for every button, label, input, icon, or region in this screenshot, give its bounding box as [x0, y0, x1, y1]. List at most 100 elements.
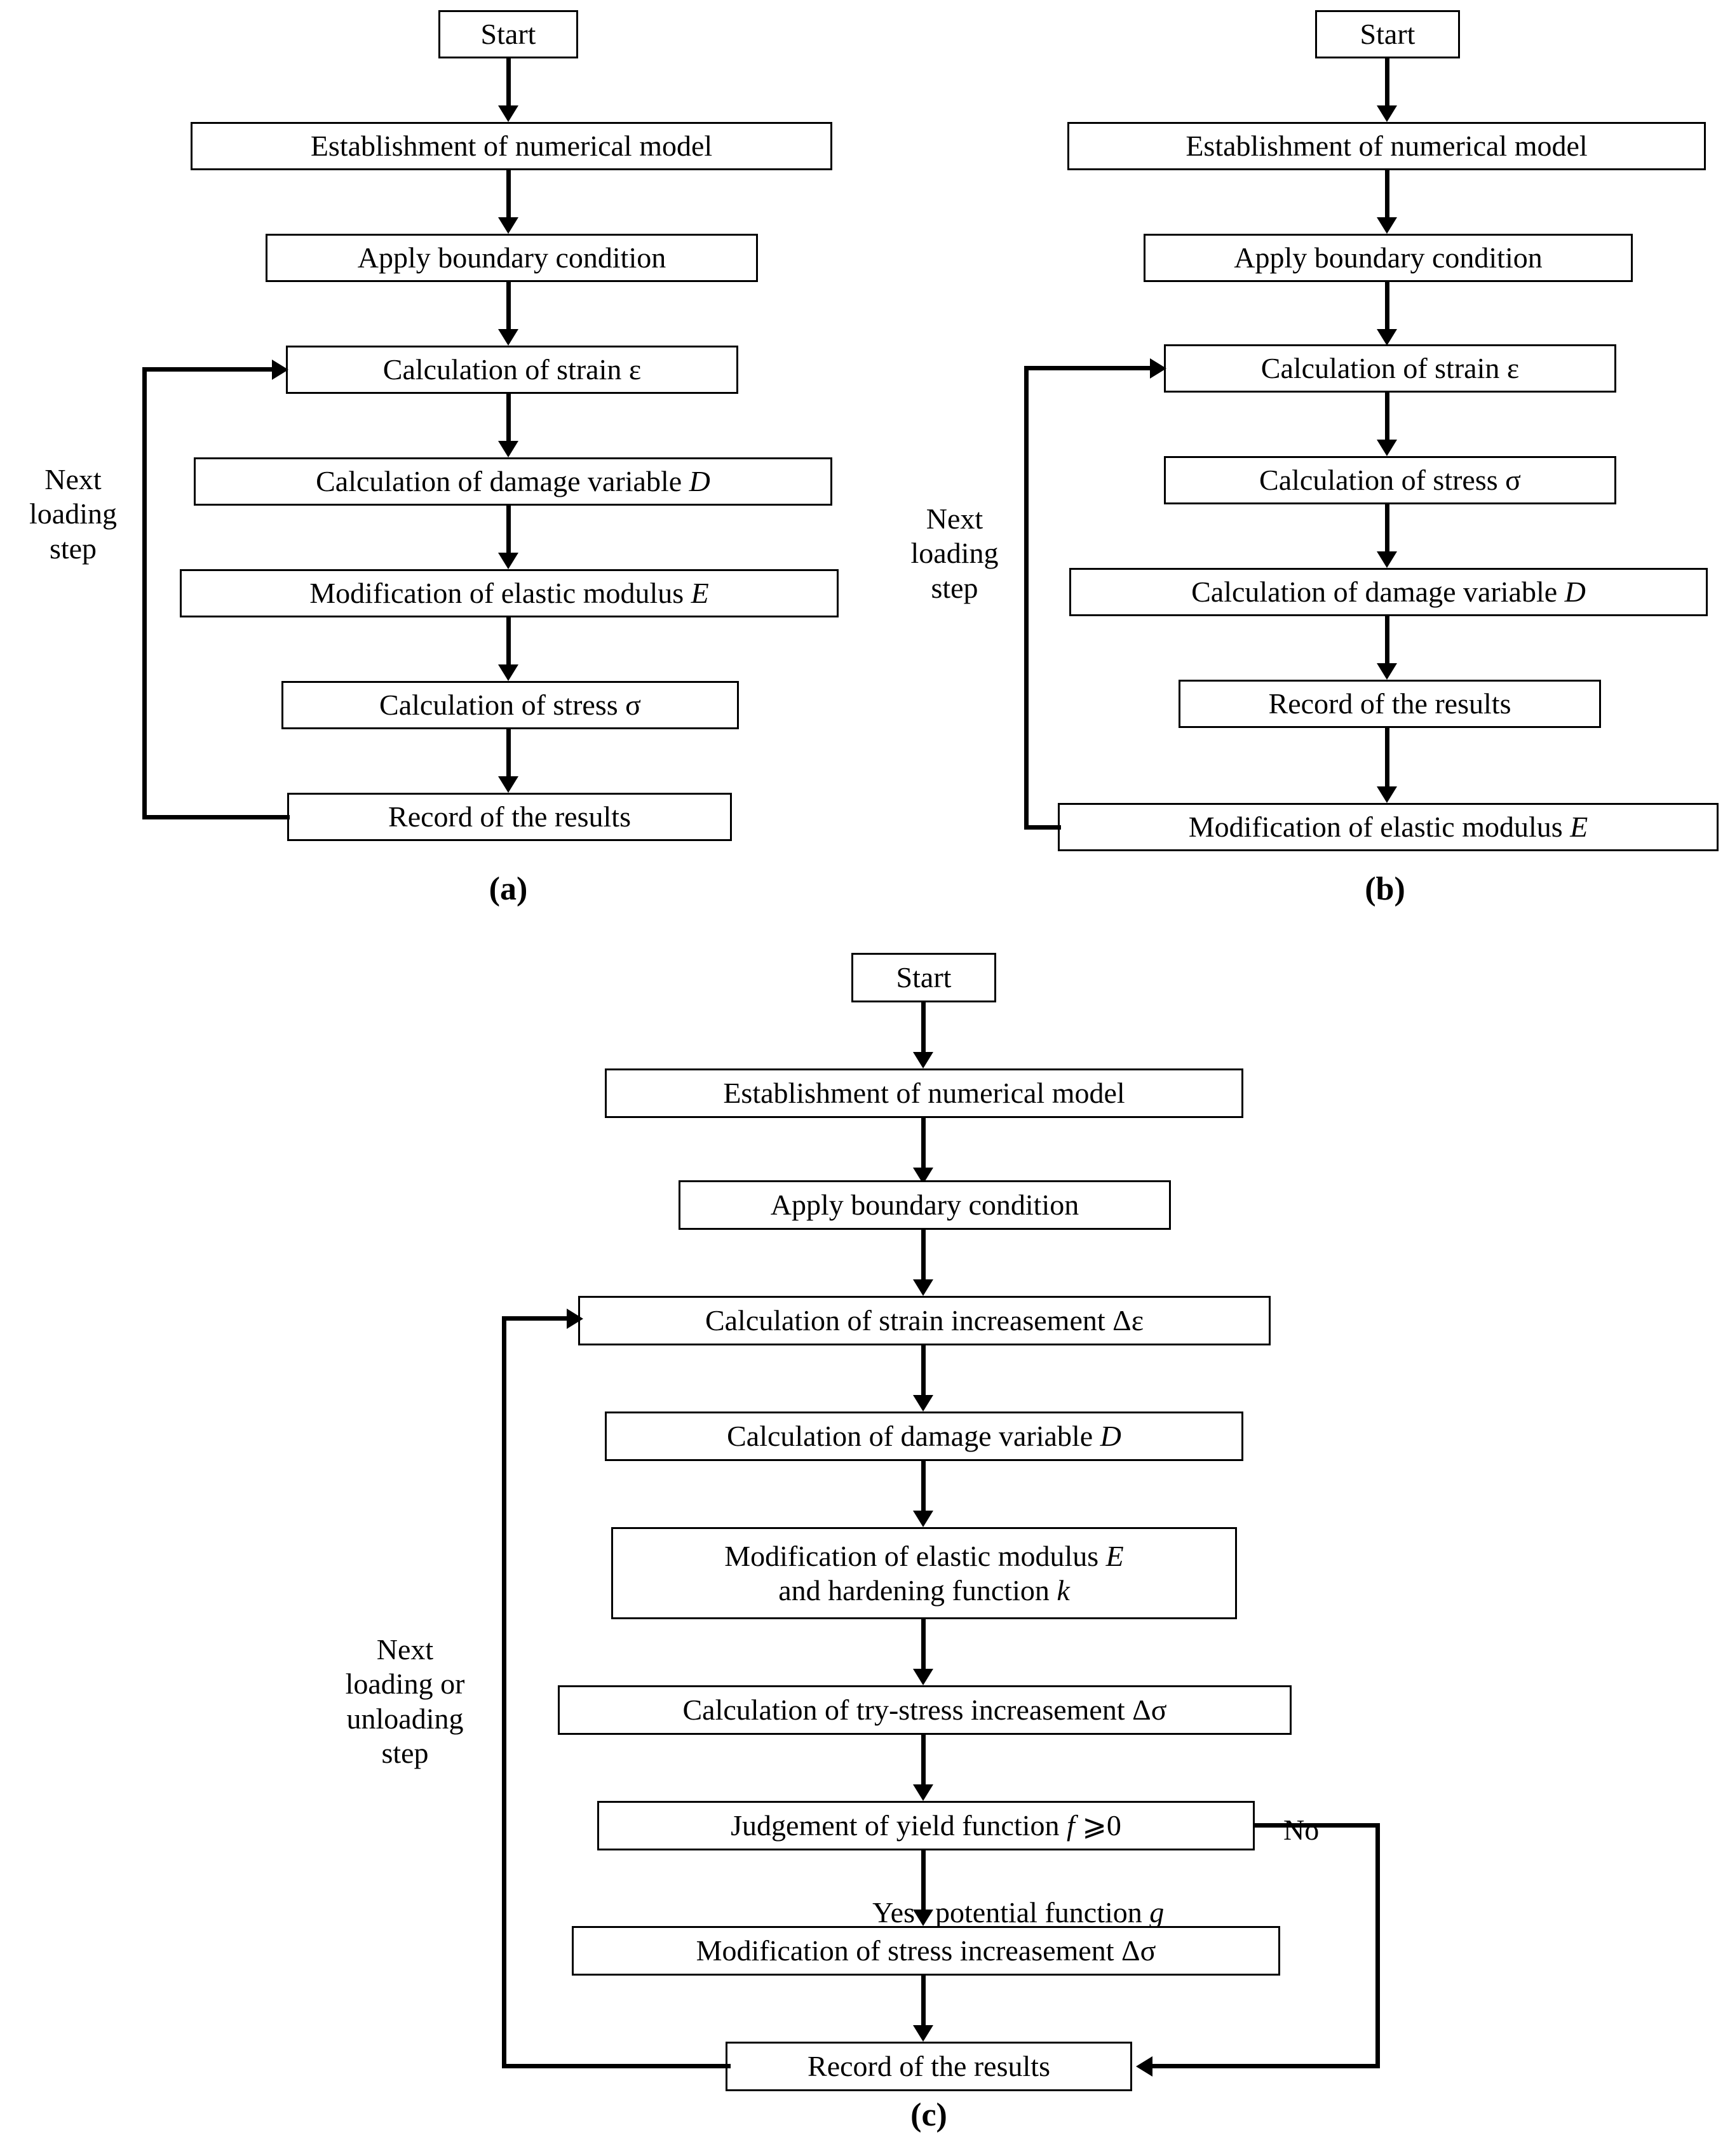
- arrowhead-c-loop: [567, 1309, 583, 1329]
- node-c-damage: Calculation of damage variable D: [605, 1412, 1243, 1461]
- arrowhead-c7-c8: [913, 1784, 933, 1801]
- loop-label-text: Next loading step: [910, 502, 999, 604]
- arrowhead-b3-b4: [1377, 329, 1397, 346]
- node-c-strain-increment: Calculation of strain increasement Δε: [578, 1296, 1271, 1345]
- arrowhead-b-loop: [1150, 358, 1166, 379]
- node-b-establishment: Establishment of numerical model: [1067, 122, 1706, 170]
- node-b-start: Start: [1315, 10, 1460, 58]
- arrowhead-a5-a6: [498, 553, 518, 569]
- arrowhead-a7-a8: [498, 776, 518, 793]
- node-label: Apply boundary condition: [357, 241, 666, 274]
- node-label: Record of the results: [1268, 687, 1511, 720]
- node-label-line2: and hardening function k: [778, 1573, 1070, 1607]
- node-label: Calculation of strain ε: [382, 353, 642, 386]
- arrowhead-b6-b7: [1377, 663, 1397, 680]
- edge-label-potential-function: potential function g: [935, 1861, 1316, 1930]
- caption-c: (c): [776, 2096, 1081, 2134]
- node-label: Establishment of numerical model: [1186, 130, 1588, 163]
- node-c-modulus-hardening: Modification of elastic modulus E and ha…: [611, 1527, 1237, 1619]
- connector-c7-c8: [921, 1735, 926, 1792]
- node-label: Record of the results: [388, 800, 631, 833]
- connector-c5-c6: [921, 1461, 926, 1518]
- node-b-record: Record of the results: [1179, 680, 1601, 728]
- loop-b-left: [1024, 366, 1029, 828]
- connector-c9-c10: [921, 1976, 926, 2033]
- caption-text: (b): [1365, 871, 1405, 907]
- arrowhead-a2-a3: [498, 217, 518, 234]
- loop-b-bottom: [1024, 825, 1061, 830]
- arrowhead-a-loop: [272, 360, 288, 380]
- node-b-damage: Calculation of damage variable D: [1069, 568, 1708, 616]
- caption-text: (a): [489, 871, 528, 907]
- node-b-modulus: Modification of elastic modulus E: [1058, 803, 1719, 851]
- node-label: Calculation of damage variable D: [1191, 576, 1586, 609]
- caption-text: (c): [910, 2097, 947, 2133]
- node-label: Modification of elastic modulus E: [309, 577, 709, 610]
- node-a-damage: Calculation of damage variable D: [194, 457, 832, 506]
- node-a-boundary: Apply boundary condition: [266, 234, 758, 282]
- edge-label-yes: Yes: [813, 1861, 915, 1930]
- node-c-establishment: Establishment of numerical model: [605, 1068, 1243, 1118]
- edge-label-no-text: No: [1283, 1814, 1320, 1847]
- arrowhead-b4-b5: [1377, 440, 1397, 456]
- node-label: Calculation of stress σ: [1259, 464, 1521, 497]
- edge-label-potential-text: potential function g: [935, 1896, 1165, 1929]
- node-a-strain: Calculation of strain ε: [286, 346, 738, 394]
- loop-c-top: [502, 1316, 571, 1321]
- node-a-modulus: Modification of elastic modulus E: [180, 569, 839, 617]
- arrowhead-c8-c9: [913, 1910, 933, 1926]
- node-c-record: Record of the results: [726, 2042, 1132, 2091]
- arrowhead-c6-c7: [913, 1669, 933, 1685]
- node-label: Apply boundary condition: [1234, 241, 1543, 274]
- node-label: Establishment of numerical model: [723, 1077, 1125, 1110]
- node-c-boundary: Apply boundary condition: [679, 1180, 1171, 1230]
- arrowhead-c3-c4: [913, 1279, 933, 1296]
- loop-label-text: Next loading step: [29, 463, 117, 565]
- loop-c-bottom: [502, 2064, 731, 2068]
- node-label: Start: [1360, 18, 1416, 51]
- node-a-establishment: Establishment of numerical model: [191, 122, 832, 170]
- node-label: Calculation of damage variable D: [316, 465, 710, 498]
- node-c-try-stress: Calculation of try-stress increasement Δ…: [558, 1685, 1292, 1735]
- loop-label-a: Next loading step: [6, 462, 140, 566]
- node-c-yield-judgement: Judgement of yield function f ⩾0: [597, 1801, 1255, 1850]
- loop-b-top: [1024, 366, 1154, 370]
- arrowhead-a3-a4: [498, 329, 518, 346]
- connector-c6-c7: [921, 1619, 926, 1676]
- arrowhead-b2-b3: [1377, 217, 1397, 234]
- arrowhead-b1-b2: [1377, 105, 1397, 122]
- edge-label-no: No: [1283, 1779, 1372, 1848]
- node-label: Calculation of stress σ: [379, 689, 641, 722]
- arrowhead-a4-a5: [498, 441, 518, 457]
- node-label: Calculation of strain increasement Δε: [705, 1304, 1144, 1337]
- edge-label-yes-text: Yes: [872, 1896, 915, 1929]
- arrowhead-b7-b8: [1377, 786, 1397, 803]
- branch-no-right: [1375, 1823, 1380, 2068]
- node-a-start: Start: [438, 10, 578, 58]
- loop-a-left: [142, 367, 147, 818]
- loop-a-top: [142, 367, 276, 372]
- node-c-modify-stress: Modification of stress increasement Δσ: [572, 1926, 1280, 1976]
- arrowhead-branch-no: [1136, 2056, 1152, 2077]
- arrowhead-a6-a7: [498, 664, 518, 681]
- arrowhead-c4-c5: [913, 1395, 933, 1412]
- node-label: Record of the results: [807, 2050, 1050, 2083]
- connector-b7-b8: [1385, 728, 1389, 794]
- loop-c-left: [502, 1316, 506, 2068]
- caption-b: (b): [1233, 870, 1537, 908]
- arrowhead-c1-c2: [913, 1052, 933, 1068]
- arrowhead-c9-c10: [913, 2025, 933, 2042]
- node-label: Judgement of yield function f ⩾0: [731, 1809, 1121, 1842]
- caption-a: (a): [356, 870, 661, 908]
- flowchart-figure: Start Establishment of numerical model A…: [0, 0, 1723, 2156]
- branch-no-bottom: [1147, 2064, 1377, 2068]
- loop-label-c: Next loading or unloading step: [311, 1633, 499, 1770]
- node-b-boundary: Apply boundary condition: [1144, 234, 1633, 282]
- arrowhead-b5-b6: [1377, 551, 1397, 568]
- node-label: Modification of stress increasement Δσ: [696, 1934, 1156, 1967]
- connector-c4-c5: [921, 1345, 926, 1403]
- node-label: Calculation of damage variable D: [727, 1420, 1121, 1453]
- loop-a-bottom: [142, 815, 290, 819]
- arrowhead-c5-c6: [913, 1511, 933, 1527]
- loop-label-b: Next loading step: [886, 502, 1023, 605]
